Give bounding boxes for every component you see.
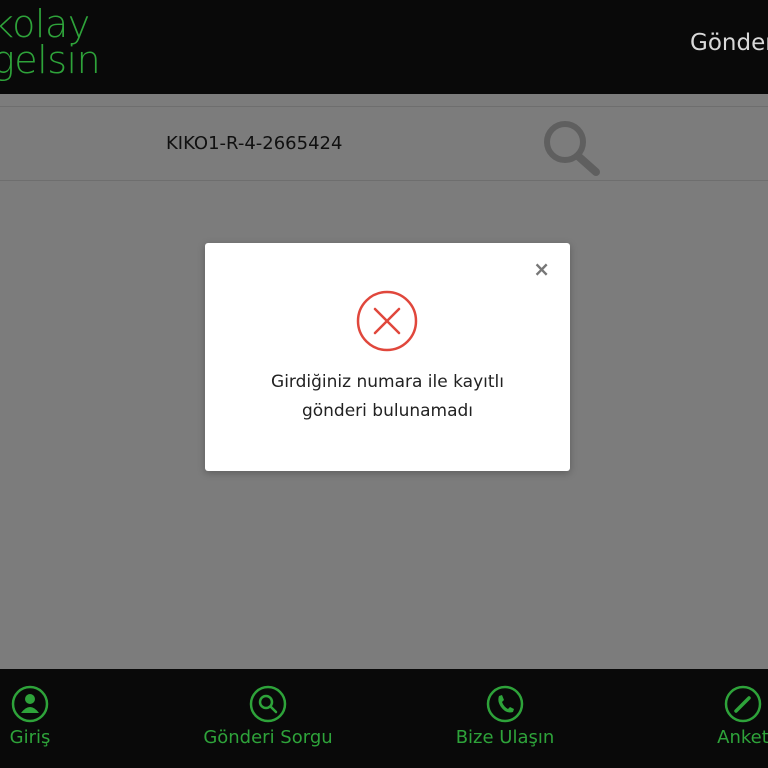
error-message-line-1: Girdiğiniz numara ile kayıtlı (271, 372, 504, 392)
top-header: kolay gelsin Gönder (0, 0, 768, 94)
tab-label-anket: Anket (717, 727, 768, 748)
error-x-circle-icon (356, 290, 418, 352)
logo-line-2: gelsin (0, 38, 101, 82)
tracking-search-bar: KIKO1-R-4-2665424 (0, 106, 768, 181)
error-message-line-2: gönderi bulunamadı (301, 401, 474, 421)
tab-gonderi-sorgu[interactable]: Gönderi Sorgu (193, 685, 343, 748)
tab-giris[interactable]: Giriş (0, 685, 78, 748)
search-icon (249, 685, 287, 723)
tab-anket[interactable]: Anket (708, 685, 768, 748)
tab-bize-ulasin[interactable]: Bize Ulaşın (450, 685, 560, 748)
search-icon (544, 121, 600, 176)
tab-label-gonderi-sorgu: Gönderi Sorgu (203, 727, 333, 748)
bottom-tab-bar: Giriş Gönderi Sorgu Bize Ulaşın Anket (0, 669, 768, 768)
tab-label-giris: Giriş (9, 727, 51, 748)
phone-icon (486, 685, 524, 723)
logo-line-1: kolay (0, 2, 90, 46)
brand-logo[interactable]: kolay gelsin (0, 2, 101, 82)
error-dialog: × Girdiğiniz numara ile kayıtlı gönderi … (205, 243, 570, 471)
close-button[interactable]: × (533, 257, 550, 281)
search-button[interactable] (541, 119, 601, 179)
nav-link-gonder[interactable]: Gönder (690, 30, 768, 56)
tracking-number-input[interactable]: KIKO1-R-4-2665424 (166, 133, 342, 154)
error-message: Girdiğiniz numara ile kayıtlı gönderi bu… (205, 368, 570, 426)
tab-label-bize-ulasin: Bize Ulaşın (455, 727, 555, 748)
user-icon (11, 685, 49, 723)
pencil-icon (724, 685, 762, 723)
